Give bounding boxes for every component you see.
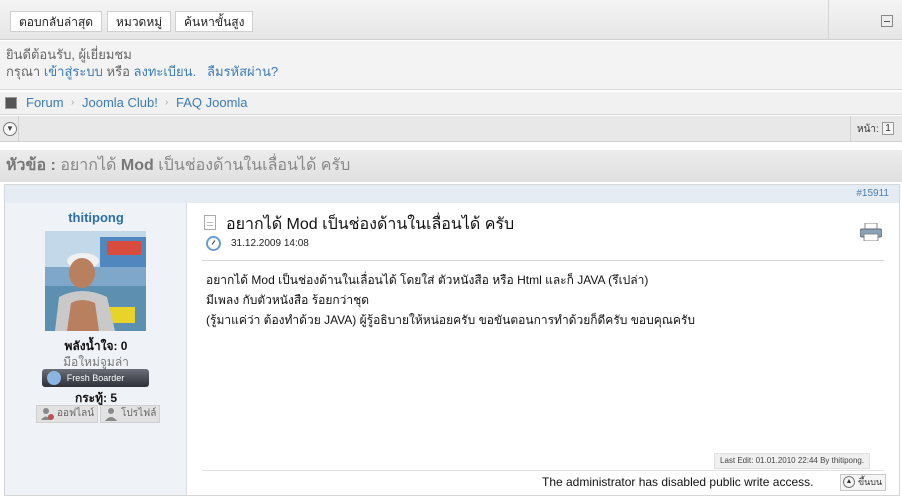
breadcrumb: Forum › Joomla Club! › FAQ Joomla — [0, 92, 902, 115]
page-number-button[interactable]: 1 — [882, 122, 894, 135]
or-text: หรือ — [106, 64, 130, 79]
clock-icon — [206, 236, 221, 251]
rank-badge: Fresh Boarder — [42, 369, 149, 387]
top-toolbar: ตอบกลับล่าสุด หมวดหมู่ ค้นหาขั้นสูง — [0, 0, 902, 40]
avatar[interactable] — [45, 231, 146, 331]
scroll-down-icon[interactable]: ▼ — [3, 122, 17, 136]
latest-replies-button[interactable]: ตอบกลับล่าสุด — [10, 11, 103, 32]
topic-title-pre: อยากได้ — [60, 157, 117, 174]
write-disabled-notice: The administrator has disabled public wr… — [542, 475, 814, 489]
collapse-icon[interactable] — [881, 15, 893, 27]
pagination-bar: ▼ หน้า: 1 — [0, 116, 902, 142]
user-icon — [47, 371, 61, 385]
back-to-top-button[interactable]: ▲ ขึ้นบน — [840, 474, 887, 491]
offline-label: ออฟไลน์ — [57, 408, 95, 419]
profile-label: โปรไฟล์ — [121, 408, 157, 419]
breadcrumb-arrow-icon: › — [71, 97, 75, 108]
rank-badge-label: Fresh Boarder — [66, 373, 125, 383]
advanced-search-button[interactable]: ค้นหาขั้นสูง — [175, 11, 254, 32]
pagebar-divider — [18, 116, 19, 142]
breadcrumb-forum[interactable]: Forum — [26, 92, 64, 114]
breadcrumb-faq-joomla[interactable]: FAQ Joomla — [176, 92, 248, 114]
author-panel: thitipong พลังน้ำใจ: 0 มือใหม่จูมล่า Fre… — [5, 203, 187, 495]
breadcrumb-arrow-icon: › — [165, 97, 169, 108]
print-icon[interactable] — [860, 223, 882, 241]
forum-square-icon — [5, 97, 17, 109]
login-prompt: กรุณา เข้าสู่ระบบ หรือ ลงทะเบียน. ลืมรหั… — [6, 63, 896, 80]
divider — [202, 260, 884, 261]
topic-prefix: หัวข้อ : — [6, 157, 56, 174]
posts-count: 5 — [110, 391, 118, 405]
post-body-line: (รู้มาแค่ว่า ต้องทำด้วย JAVA) ผู้รู้อธิบ… — [206, 313, 696, 327]
offline-user-icon — [41, 408, 54, 420]
posts-label: กระทู้: — [74, 391, 108, 405]
offline-status-button[interactable]: ออฟไลน์ — [36, 405, 99, 423]
profile-user-icon — [105, 408, 117, 421]
post: #15911 thitipong พลังน้ำใจ: 0 มือใหม่จูม… — [4, 184, 900, 496]
back-to-top-label: ขึ้นบน — [858, 477, 883, 487]
toolbar-divider — [828, 0, 829, 40]
pagebar-divider — [850, 116, 851, 142]
document-icon — [204, 215, 216, 230]
post-body: อยากได้ Mod เป็นช่องด้านในเลื่อนได้ โดยใ… — [206, 270, 886, 330]
up-arrow-icon: ▲ — [843, 476, 855, 488]
breadcrumb-joomla-club[interactable]: Joomla Club! — [82, 92, 158, 114]
post-content: อยากได้ Mod เป็นช่องด้านในเลื่อนได้ ครับ… — [188, 203, 899, 495]
post-body-line: อยากได้ Mod เป็นช่องด้านในเลื่อนได้ โดยใ… — [206, 273, 649, 287]
topic-title-post: เป็นช่องด้านในเลื่อนได้ ครับ — [158, 157, 351, 174]
post-body-line: มีเพลง กับตัวหนังสือ ร้อยกว่าชุด — [206, 293, 370, 307]
profile-button[interactable]: โปรไฟล์ — [100, 405, 161, 423]
post-date: 31.12.2009 14:08 — [231, 238, 309, 249]
categories-button[interactable]: หมวดหมู่ — [107, 11, 172, 32]
forgot-password-link[interactable]: ลืมรหัสผ่าน? — [207, 64, 278, 79]
page-label: หน้า: — [857, 124, 879, 135]
register-link[interactable]: ลงทะเบียน. — [134, 64, 197, 79]
post-id-link[interactable]: #15911 — [5, 185, 899, 203]
divider — [202, 470, 884, 471]
welcome-greeting: ยินดีต้อนรับ, ผู้เยี่ยมชม — [6, 47, 132, 62]
post-subject: อยากได้ Mod เป็นช่องด้านในเลื่อนได้ ครับ — [226, 216, 515, 233]
topic-title: หัวข้อ : อยากได้ Mod เป็นช่องด้านในเลื่อ… — [0, 150, 902, 182]
last-edit-note: Last Edit: 01.01.2010 22:44 By thitipong… — [714, 453, 871, 469]
please-text: กรุณา — [6, 64, 41, 79]
welcome-box: ยินดีต้อนรับ, ผู้เยี่ยมชม กรุณา เข้าสู่ร… — [0, 41, 902, 90]
topic-title-bold: Mod — [120, 157, 154, 174]
author-name[interactable]: thitipong — [5, 210, 187, 225]
login-link[interactable]: เข้าสู่ระบบ — [44, 64, 103, 79]
